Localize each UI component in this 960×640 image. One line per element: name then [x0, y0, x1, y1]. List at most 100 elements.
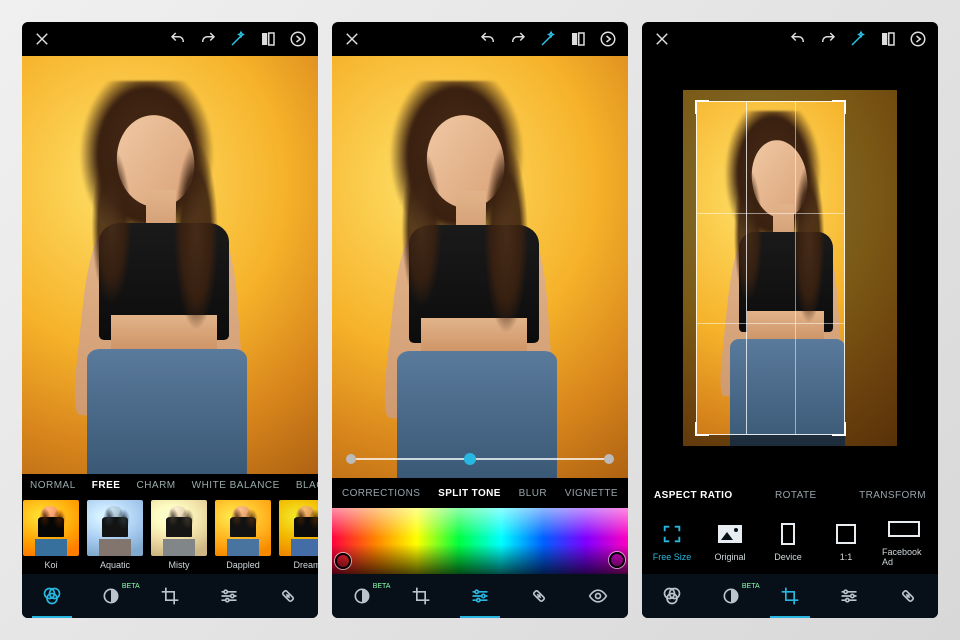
grid-line [697, 323, 844, 324]
nav-adjust-icon[interactable] [209, 576, 249, 616]
filter-aquatic[interactable]: Aquatic [86, 500, 144, 574]
close-icon[interactable] [650, 27, 674, 51]
photo-canvas[interactable] [22, 56, 318, 474]
ratio-device[interactable]: Device [766, 522, 810, 562]
cat-charm[interactable]: CHARM [136, 480, 175, 491]
thumb-label: Koi [44, 560, 57, 570]
hue-picker[interactable] [332, 508, 628, 574]
beta-tag: BETA [742, 583, 760, 590]
crop-handle-tr[interactable] [832, 100, 846, 114]
nav-crop-icon[interactable] [150, 576, 190, 616]
ratio-facebook-ad[interactable]: Facebook Ad [882, 517, 926, 567]
next-icon[interactable] [596, 27, 620, 51]
nav-looks-icon[interactable] [652, 576, 692, 616]
portrait-image [332, 56, 628, 478]
compare-icon[interactable] [256, 27, 280, 51]
ratio-label: Facebook Ad [882, 547, 926, 567]
tab-rotate[interactable]: ROTATE [775, 490, 816, 501]
crop-handle-br[interactable] [832, 422, 846, 436]
close-icon[interactable] [30, 27, 54, 51]
photo-canvas[interactable] [332, 56, 628, 478]
thumb-image [215, 500, 271, 556]
nav-underline [770, 616, 810, 618]
nav-crop-icon[interactable] [770, 576, 810, 616]
crop-handle-bl[interactable] [695, 422, 709, 436]
crop-frame[interactable] [696, 101, 845, 436]
tab-blur[interactable]: BLUR [519, 488, 547, 499]
screen-crop: ASPECT RATIO ROTATE TRANSFORM Free Size … [642, 22, 938, 618]
filter-misty[interactable]: Misty [150, 500, 208, 574]
close-icon[interactable] [340, 27, 364, 51]
redo-icon[interactable] [196, 27, 220, 51]
tab-corrections[interactable]: CORRECTIONS [342, 488, 420, 499]
screen-split-tone: CORRECTIONS SPLIT TONE BLUR VIGNETTE BET… [332, 22, 628, 618]
thumb-image [279, 500, 318, 556]
ratio-1-1[interactable]: 1:1 [824, 522, 868, 562]
bottom-nav: BETA [642, 574, 938, 618]
redo-icon[interactable] [816, 27, 840, 51]
cat-normal[interactable]: NORMAL [30, 480, 76, 491]
slider-knob[interactable] [464, 453, 476, 465]
screen-filters: NORMAL FREE CHARM WHITE BALANCE BLACK Ko… [22, 22, 318, 618]
crop-photo[interactable] [683, 90, 896, 446]
slider[interactable] [332, 440, 628, 478]
tab-vignette[interactable]: VIGNETTE [565, 488, 618, 499]
thumb-label: Dappled [226, 560, 260, 570]
nav-heal-icon[interactable] [888, 576, 928, 616]
topbar [642, 22, 938, 56]
beta-tag: BETA [373, 583, 391, 590]
crop-handle-tl[interactable] [695, 100, 709, 114]
nav-adjust-icon[interactable] [460, 576, 500, 616]
tab-split-tone[interactable]: SPLIT TONE [438, 488, 501, 499]
filter-koi[interactable]: Koi [22, 500, 80, 574]
nav-adjust-icon[interactable] [829, 576, 869, 616]
crop-tabs: ASPECT RATIO ROTATE TRANSFORM [642, 480, 938, 510]
next-icon[interactable] [906, 27, 930, 51]
nav-redeye-icon[interactable] [578, 576, 618, 616]
nav-heal-icon[interactable] [519, 576, 559, 616]
wide-icon [888, 517, 920, 541]
ratio-original[interactable]: Original [708, 522, 752, 562]
crop-canvas[interactable] [642, 56, 938, 480]
ratio-label: Original [714, 552, 745, 562]
picker-ring-highlight[interactable] [609, 552, 625, 568]
filter-thumbnail-row[interactable]: Koi Aquatic Misty Dappled Dream [22, 496, 318, 574]
cat-black[interactable]: BLACK [296, 480, 318, 491]
wand-icon[interactable] [846, 27, 870, 51]
ratio-free-size[interactable]: Free Size [650, 522, 694, 562]
thumb-image [87, 500, 143, 556]
filter-dream[interactable]: Dream [278, 500, 318, 574]
compare-icon[interactable] [566, 27, 590, 51]
wand-icon[interactable] [536, 27, 560, 51]
free-size-icon [656, 522, 688, 546]
aspect-ratio-row[interactable]: Free Size Original Device 1:1 Facebook A… [642, 510, 938, 574]
redo-icon[interactable] [506, 27, 530, 51]
grid-line [746, 102, 747, 435]
undo-icon[interactable] [476, 27, 500, 51]
tab-aspect-ratio[interactable]: ASPECT RATIO [654, 490, 733, 501]
filter-category-row[interactable]: NORMAL FREE CHARM WHITE BALANCE BLACK [22, 474, 318, 496]
tab-transform[interactable]: TRANSFORM [859, 490, 926, 501]
nav-effects-icon[interactable]: BETA [342, 576, 382, 616]
device-icon [772, 522, 804, 546]
filter-dappled[interactable]: Dappled [214, 500, 272, 574]
nav-heal-icon[interactable] [268, 576, 308, 616]
next-icon[interactable] [286, 27, 310, 51]
nav-looks-icon[interactable] [32, 576, 72, 616]
grid-line [697, 213, 844, 214]
undo-icon[interactable] [166, 27, 190, 51]
nav-crop-icon[interactable] [401, 576, 441, 616]
compare-icon[interactable] [876, 27, 900, 51]
thumb-label: Dream [293, 560, 318, 570]
nav-effects-icon[interactable]: BETA [711, 576, 751, 616]
picker-ring-shadow[interactable] [335, 553, 351, 569]
cat-free[interactable]: FREE [92, 480, 121, 491]
grid-line [795, 102, 796, 435]
ratio-label: Device [774, 552, 802, 562]
slider-track[interactable] [356, 458, 604, 460]
nav-effects-icon[interactable]: BETA [91, 576, 131, 616]
cat-white-balance[interactable]: WHITE BALANCE [192, 480, 280, 491]
wand-icon[interactable] [226, 27, 250, 51]
slider-min-icon [346, 454, 356, 464]
undo-icon[interactable] [786, 27, 810, 51]
